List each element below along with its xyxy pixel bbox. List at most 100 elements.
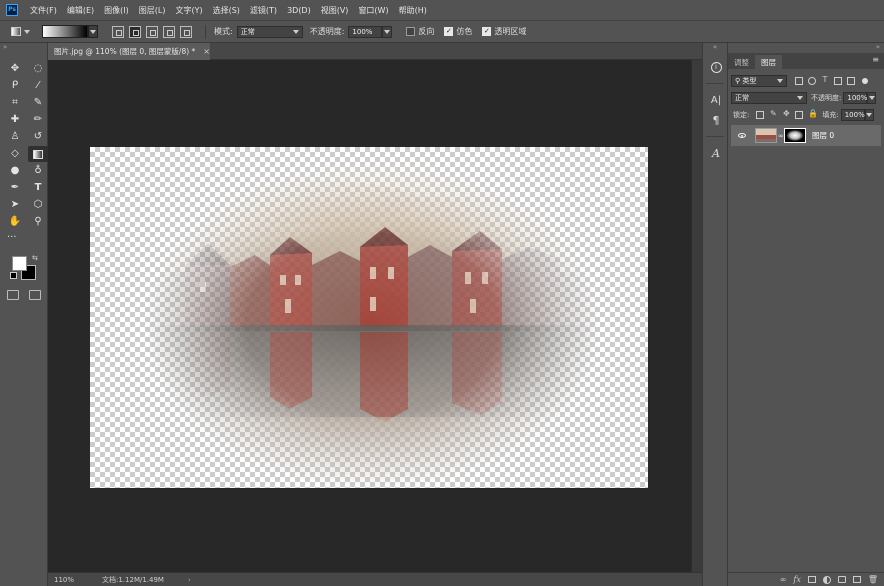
- magic-wand-icon[interactable]: ⁄: [28, 78, 48, 94]
- reflected-gradient-button[interactable]: [163, 25, 175, 38]
- opacity-dropdown[interactable]: [382, 25, 393, 38]
- tool-preset-picker[interactable]: [8, 24, 32, 40]
- menu-image[interactable]: 图像(I): [104, 5, 129, 16]
- photoshop-logo-icon[interactable]: Ps: [6, 4, 18, 16]
- healing-brush-icon[interactable]: ✚: [5, 112, 25, 128]
- lock-image-icon[interactable]: ✎: [769, 109, 777, 119]
- link-layers-icon[interactable]: ∞: [780, 575, 787, 584]
- menu-layer[interactable]: 图层(L): [139, 5, 166, 16]
- zoom-level[interactable]: 110%: [48, 576, 88, 584]
- tab-adjustments[interactable]: 调整: [728, 55, 755, 69]
- diamond-gradient-button[interactable]: [180, 25, 192, 38]
- vertical-scrollbar[interactable]: [691, 60, 702, 572]
- opacity-input[interactable]: 100%: [348, 25, 383, 38]
- foreground-color-swatch[interactable]: [12, 256, 27, 271]
- fill-dropdown[interactable]: [864, 108, 874, 121]
- quick-mask-icon[interactable]: [7, 290, 19, 300]
- collapse-arrows-icon[interactable]: «: [703, 43, 727, 53]
- crop-icon[interactable]: ⌗: [5, 95, 25, 111]
- chevron-down-icon: [868, 95, 875, 100]
- shape-icon[interactable]: ⬡: [28, 197, 48, 213]
- hand-icon[interactable]: ✋: [5, 214, 25, 230]
- marquee-icon[interactable]: ◌: [28, 61, 48, 77]
- menu-edit[interactable]: 编辑(E): [67, 5, 94, 16]
- layer-opacity-dropdown[interactable]: [867, 91, 877, 104]
- mode-select[interactable]: 正常: [236, 25, 303, 38]
- adjustment-layer-icon[interactable]: [822, 575, 831, 584]
- eraser-icon[interactable]: ◇: [5, 146, 25, 162]
- lock-position-icon[interactable]: ✥: [782, 109, 790, 119]
- trash-icon[interactable]: 🗑: [868, 575, 878, 584]
- eye-icon[interactable]: [735, 129, 749, 143]
- transparency-checkbox[interactable]: ✓: [482, 27, 492, 36]
- pixel-filter-icon[interactable]: [795, 76, 803, 85]
- menu-select[interactable]: 选择(S): [213, 5, 240, 16]
- layer-style-icon[interactable]: fx: [793, 575, 800, 584]
- layer-mask-thumbnail[interactable]: [784, 128, 806, 143]
- document-tab[interactable]: 图片.jpg @ 110% (图层 0, 图层蒙版/8) * ×: [48, 43, 210, 60]
- info-icon[interactable]: i: [703, 57, 729, 77]
- paragraph-icon[interactable]: ¶: [703, 110, 729, 130]
- gradient-preview-swatch[interactable]: [42, 25, 88, 38]
- layer-opacity-input[interactable]: 100%: [843, 91, 867, 104]
- gradient-icon[interactable]: [28, 146, 48, 162]
- layer-filter-select[interactable]: ⚲ 类型: [731, 74, 787, 87]
- menu-help[interactable]: 帮助(H): [399, 5, 427, 16]
- panel-menu-icon[interactable]: ≡: [872, 55, 879, 69]
- path-select-icon[interactable]: ➤: [5, 197, 25, 213]
- add-mask-icon[interactable]: [807, 576, 816, 583]
- linear-gradient-button[interactable]: [112, 25, 124, 38]
- layer-thumbnail[interactable]: [755, 128, 777, 143]
- collapse-arrows-icon[interactable]: »: [0, 43, 47, 55]
- pen-icon[interactable]: ✒: [5, 180, 25, 196]
- lock-all-icon[interactable]: 🔒: [808, 109, 818, 119]
- gradient-picker-dropdown[interactable]: [88, 25, 98, 38]
- zoom-icon[interactable]: ⚲: [28, 214, 48, 230]
- dodge-icon[interactable]: ♁: [28, 163, 48, 179]
- brush-icon[interactable]: ✏: [28, 112, 48, 128]
- adjustment-filter-icon[interactable]: [808, 76, 816, 85]
- reverse-checkbox[interactable]: [406, 27, 416, 36]
- status-menu-arrow-icon[interactable]: ›: [188, 576, 191, 584]
- default-colors-icon[interactable]: [10, 272, 17, 279]
- smart-object-filter-icon[interactable]: [847, 76, 855, 85]
- collapse-arrows-icon[interactable]: »: [728, 43, 884, 53]
- angle-gradient-button[interactable]: [146, 25, 158, 38]
- more-tools-icon[interactable]: ···: [0, 232, 47, 246]
- layer-opacity-label: 不透明度:: [811, 93, 842, 102]
- menu-file[interactable]: 文件(F): [30, 5, 57, 16]
- new-layer-icon[interactable]: [852, 576, 861, 583]
- lock-transparent-icon[interactable]: [756, 110, 765, 119]
- menu-window[interactable]: 窗口(W): [358, 5, 388, 16]
- eyedropper-icon[interactable]: ✎: [28, 95, 48, 111]
- menu-type[interactable]: 文字(Y): [175, 5, 202, 16]
- lock-artboard-icon[interactable]: [795, 110, 804, 119]
- layer-row[interactable]: ∞ 图层 0: [731, 125, 881, 146]
- new-group-icon[interactable]: [837, 576, 846, 583]
- blend-mode-select[interactable]: 正常: [731, 91, 807, 104]
- type-icon[interactable]: T: [28, 180, 48, 196]
- shape-filter-icon[interactable]: [834, 76, 842, 85]
- menu-3d[interactable]: 3D(D): [287, 6, 311, 15]
- type-filter-icon[interactable]: T: [821, 75, 829, 85]
- document-canvas[interactable]: [90, 147, 648, 488]
- move-icon[interactable]: ✥: [5, 61, 25, 77]
- glyphs-icon[interactable]: A: [703, 143, 729, 163]
- blur-icon[interactable]: ●: [5, 163, 25, 179]
- fill-input[interactable]: 100%: [840, 108, 865, 121]
- menu-filter[interactable]: 滤镜(T): [250, 5, 277, 16]
- layer-name[interactable]: 图层 0: [812, 130, 834, 141]
- screen-mode-icon[interactable]: [29, 290, 41, 300]
- tab-layers[interactable]: 图层: [755, 55, 782, 69]
- link-icon[interactable]: ∞: [778, 132, 784, 140]
- lasso-icon[interactable]: ᑭ: [5, 78, 25, 94]
- dither-checkbox[interactable]: ✓: [444, 27, 454, 36]
- radial-gradient-button[interactable]: [129, 25, 141, 38]
- filter-toggle-icon[interactable]: [862, 77, 868, 84]
- menu-view[interactable]: 视图(V): [321, 5, 349, 16]
- close-icon[interactable]: ×: [203, 47, 210, 56]
- character-icon[interactable]: A|: [703, 90, 729, 110]
- clone-stamp-icon[interactable]: ♙: [5, 129, 25, 145]
- history-brush-icon[interactable]: ↺: [28, 129, 48, 145]
- swap-colors-icon[interactable]: ⇆: [32, 254, 38, 262]
